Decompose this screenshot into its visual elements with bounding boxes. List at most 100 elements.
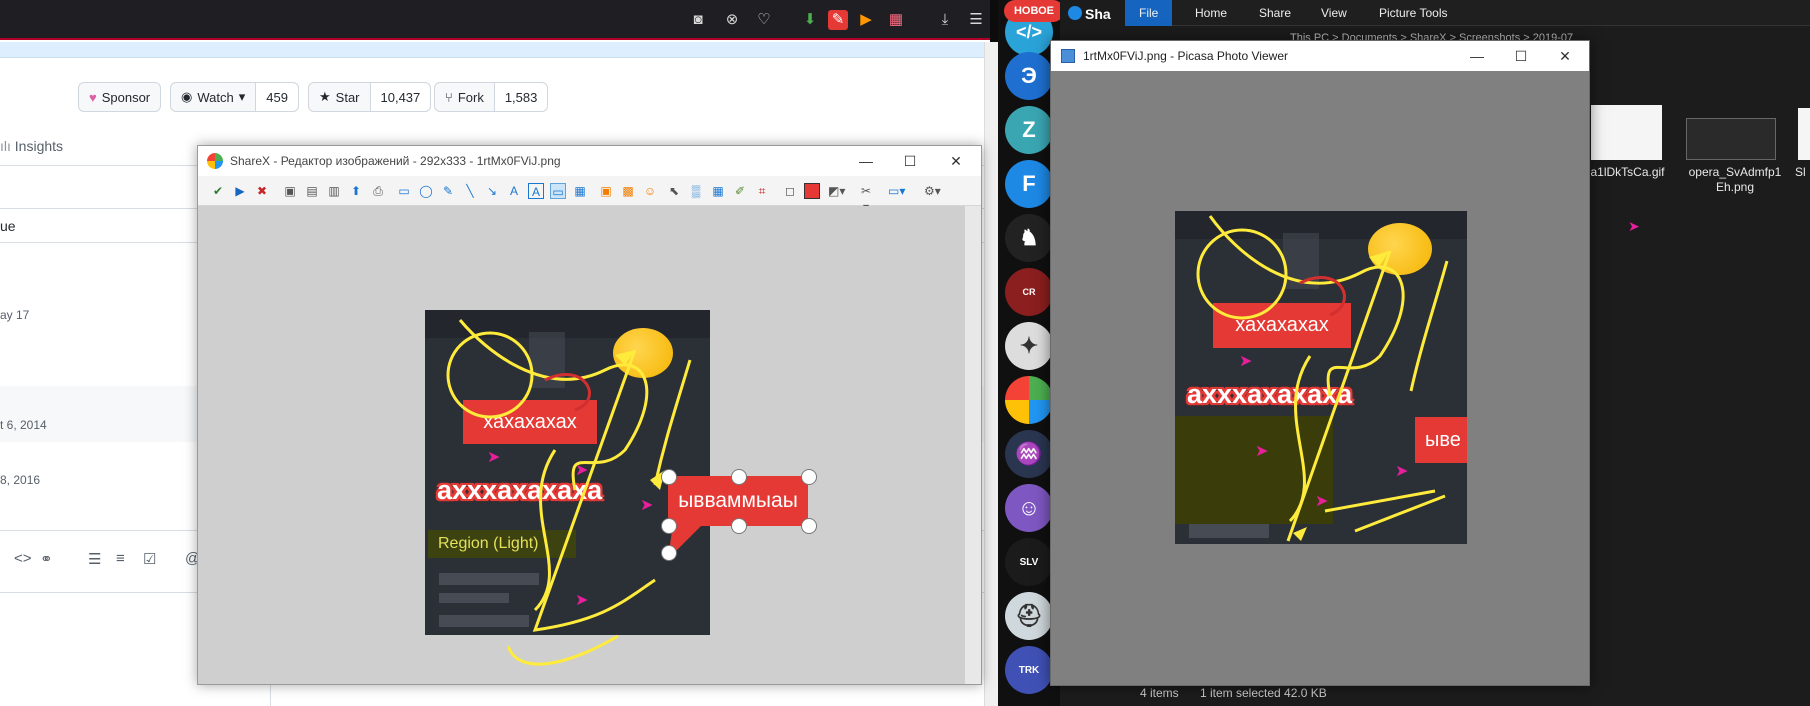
freehand-tool-icon[interactable]: ✎ xyxy=(440,183,456,199)
shadow-dropdown-icon[interactable]: ◩▾ xyxy=(828,183,845,199)
title-bar[interactable]: 1rtMx0FViJ.png - Picasa Photo Viewer — ☐… xyxy=(1051,41,1589,71)
displayed-image: хахахахах ахххахахаха ыве ➤ ➤ ➤ ➤ xyxy=(1175,211,1467,544)
download-icon[interactable]: ⤓ xyxy=(935,10,955,30)
close-circle-icon[interactable]: ⊗ xyxy=(722,10,742,30)
tools-dropdown-icon[interactable]: ✂▾ xyxy=(858,183,874,214)
upload-icon[interactable]: ⬆ xyxy=(348,183,364,199)
extension-download-icon[interactable]: ⬇ xyxy=(800,10,820,30)
maximize-button[interactable]: ☐ xyxy=(890,150,930,172)
cancel-icon[interactable]: ✖ xyxy=(254,183,270,199)
file-name[interactable]: a1lDkTsCa.gif xyxy=(1580,165,1675,180)
file-name[interactable]: Sl xyxy=(1795,165,1810,180)
file-thumbnail[interactable] xyxy=(1591,105,1662,160)
close-button[interactable]: ✕ xyxy=(936,150,976,172)
extension-play-icon[interactable]: ▶ xyxy=(856,10,876,30)
continue-icon[interactable]: ▶ xyxy=(232,183,248,199)
dock-app-icon[interactable]: ✦ xyxy=(1005,322,1053,370)
crop-tool-icon[interactable]: ⌗ xyxy=(754,183,770,199)
border-color-icon[interactable]: ◻ xyxy=(782,183,798,199)
column-header: ue xyxy=(0,218,16,234)
star-count[interactable]: 10,437 xyxy=(369,83,431,111)
image-tool-icon[interactable]: ▩ xyxy=(620,183,636,199)
magnify-tool-icon[interactable]: ▣ xyxy=(598,183,614,199)
cursor-icon: ➤ xyxy=(1239,353,1253,370)
pixelate-tool-icon[interactable]: ▦ xyxy=(710,183,726,199)
link-icon[interactable]: ⚭ xyxy=(40,550,53,568)
tab-share[interactable]: Share xyxy=(1245,0,1305,26)
resize-handle[interactable] xyxy=(661,518,677,534)
tab-picture-tools[interactable]: Picture Tools xyxy=(1365,0,1461,26)
cursor-icon: ➤ xyxy=(1628,218,1640,234)
file-thumbnail[interactable] xyxy=(1798,108,1810,160)
file-name[interactable]: opera_SvAdmfp1 Eh.png xyxy=(1680,165,1790,195)
numbered-list-icon[interactable]: ≡ xyxy=(116,550,125,567)
tail-handle[interactable] xyxy=(661,545,677,561)
print-icon[interactable]: ⎙ xyxy=(370,183,386,199)
minimize-button[interactable]: — xyxy=(1457,45,1497,67)
tab-file[interactable]: File xyxy=(1125,0,1173,26)
fork-count[interactable]: 1,583 xyxy=(493,83,548,111)
dock-app-icon[interactable]: TRK xyxy=(1005,646,1053,694)
sponsor-button[interactable]: ♥ Sponsor xyxy=(78,82,162,112)
line-tool-icon[interactable]: ╲ xyxy=(462,183,478,199)
extension-red-icon[interactable]: ✎ xyxy=(828,10,848,30)
tab-view[interactable]: View xyxy=(1307,0,1361,26)
ellipse-tool-icon[interactable]: ◯ xyxy=(418,183,434,199)
dock-app-icon[interactable]: F xyxy=(1005,160,1053,208)
tab-insights[interactable]: ılı Insights xyxy=(0,138,63,154)
resize-handle[interactable] xyxy=(801,518,817,534)
menu-icon[interactable]: ☰ xyxy=(966,10,986,30)
camera-icon[interactable]: ◙ xyxy=(688,10,708,30)
image-dropdown-icon[interactable]: ▭▾ xyxy=(888,183,905,199)
settings-dropdown-icon[interactable]: ⚙▾ xyxy=(924,183,941,199)
fork-label: Fork xyxy=(457,89,484,105)
dock-app-icon[interactable]: Э xyxy=(1005,52,1053,100)
file-thumbnail[interactable] xyxy=(1686,118,1776,160)
watch-button[interactable]: ◉ Watch ▾ 459 xyxy=(170,82,299,112)
resize-handle[interactable] xyxy=(661,469,677,485)
window-title: ShareX - Редактор изображений - 292x333 … xyxy=(230,154,561,168)
dock-app-icon[interactable]: Z xyxy=(1005,106,1053,154)
minimize-button[interactable]: — xyxy=(846,150,886,172)
save-as-icon[interactable]: ▤ xyxy=(304,183,320,199)
dock-app-icon[interactable]: SLV xyxy=(1005,538,1053,586)
heart-icon[interactable]: ♡ xyxy=(754,10,774,30)
fork-button[interactable]: ⑂ Fork 1,583 xyxy=(434,82,549,112)
confirm-icon[interactable]: ✔ xyxy=(210,183,226,199)
editor-canvas[interactable]: хахахахах ахххахахаха Region (Light) ➤ ➤… xyxy=(198,206,981,684)
text-bg-tool-icon[interactable]: A xyxy=(528,183,544,199)
cursor-tool-icon[interactable]: ⬉ xyxy=(666,183,682,199)
scrollbar[interactable] xyxy=(965,206,981,684)
resize-handle[interactable] xyxy=(731,469,747,485)
rectangle-tool-icon[interactable]: ▭ xyxy=(396,183,412,199)
task-list-icon[interactable]: ☑ xyxy=(143,550,156,568)
save-icon[interactable]: ▣ xyxy=(282,183,298,199)
title-bar[interactable]: ShareX - Редактор изображений - 292x333 … xyxy=(198,146,981,176)
clipboard-icon[interactable]: ▥ xyxy=(326,183,342,199)
resize-handle[interactable] xyxy=(801,469,817,485)
star-button[interactable]: ★ Star 10,437 xyxy=(308,82,432,112)
watch-count[interactable]: 459 xyxy=(255,83,298,111)
dock-app-icon[interactable]: ⛑ xyxy=(1005,592,1053,640)
maximize-button[interactable]: ☐ xyxy=(1501,45,1541,67)
extension-calendar-icon[interactable]: ▦ xyxy=(886,10,906,30)
tab-home[interactable]: Home xyxy=(1181,0,1241,26)
speech-balloon-tool-icon[interactable]: ▭ xyxy=(550,183,566,199)
dock-app-icon[interactable]: CR xyxy=(1005,268,1053,316)
sticker-tool-icon[interactable]: ☺ xyxy=(642,183,658,199)
dock-app-icon[interactable]: ♒ xyxy=(1005,430,1053,478)
dock-app-icon[interactable]: ☺ xyxy=(1005,484,1053,532)
resize-handle[interactable] xyxy=(731,518,747,534)
highlight-tool-icon[interactable]: ✐ xyxy=(732,183,748,199)
fill-color-icon[interactable] xyxy=(804,183,820,199)
sharex-logo-icon[interactable] xyxy=(1005,376,1053,424)
text-tool-icon[interactable]: A xyxy=(506,183,522,199)
close-button[interactable]: ✕ xyxy=(1545,45,1585,67)
step-tool-icon[interactable]: ▦ xyxy=(572,183,588,199)
dock-app-icon[interactable]: ♞ xyxy=(1005,214,1053,262)
bullet-list-icon[interactable]: ☰ xyxy=(88,550,101,568)
arrow-tool-icon[interactable]: ↘ xyxy=(484,183,500,199)
code-icon[interactable]: <> xyxy=(14,550,32,567)
status-items: 4 items xyxy=(1140,686,1179,700)
blur-tool-icon[interactable]: ▒ xyxy=(688,183,704,199)
